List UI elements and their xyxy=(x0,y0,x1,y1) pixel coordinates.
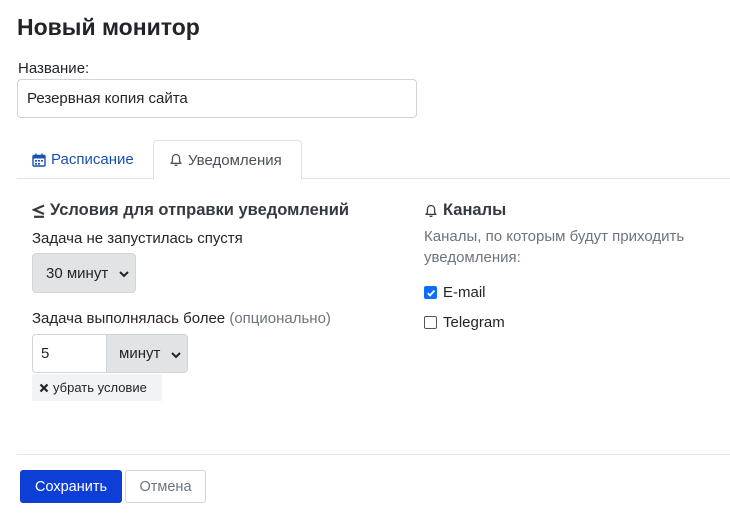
telegram-label: Telegram xyxy=(443,314,505,331)
email-checkbox[interactable] xyxy=(424,286,437,299)
not-started-label: Задача не запустилась спустя xyxy=(32,230,243,247)
tab-notifications[interactable]: Уведомления xyxy=(153,140,302,180)
channels-description: Каналы, по которым будут приходить уведо… xyxy=(424,228,685,266)
remove-condition-label: убрать условие xyxy=(53,380,147,395)
divider xyxy=(17,454,730,455)
cancel-button[interactable]: Отмена xyxy=(125,470,206,503)
page-title: Новый монитор xyxy=(17,14,200,40)
ran-longer-label: Задача выполнялась более (опционально) xyxy=(32,310,331,327)
name-label: Название: xyxy=(18,60,90,77)
name-input[interactable] xyxy=(17,79,417,118)
chevron-down-icon xyxy=(118,267,130,284)
tab-schedule[interactable]: Расписание xyxy=(17,140,149,179)
save-button[interactable]: Сохранить xyxy=(20,470,122,503)
conditions-heading: Условия для отправки уведомлений xyxy=(32,201,349,220)
ran-longer-unit-select[interactable]: минут xyxy=(106,334,188,373)
bell-icon xyxy=(424,204,438,218)
not-started-select[interactable]: 30 минут xyxy=(32,253,136,293)
email-label: E-mail xyxy=(443,284,486,301)
channels-heading-text: Каналы xyxy=(443,201,507,219)
remove-condition-button[interactable]: убрать условие xyxy=(32,374,162,401)
channel-telegram[interactable]: Telegram xyxy=(424,314,505,331)
ran-longer-input-group: минут xyxy=(32,334,188,373)
calendar-icon xyxy=(32,153,46,167)
ran-longer-unit-value: минут xyxy=(119,345,161,362)
close-icon xyxy=(39,383,49,393)
bell-icon xyxy=(169,153,183,167)
tab-schedule-label: Расписание xyxy=(51,151,134,168)
tabs-bar: Расписание Уведомления xyxy=(17,140,730,180)
not-started-select-value: 30 минут xyxy=(46,264,109,282)
ran-longer-value-input[interactable] xyxy=(32,334,107,373)
conditions-heading-text: Условия для отправки уведомлений xyxy=(50,201,350,219)
channel-email[interactable]: E-mail xyxy=(424,284,486,301)
optional-hint: (опционально) xyxy=(229,310,331,327)
channels-heading: Каналы xyxy=(424,201,506,220)
less-equal-icon xyxy=(32,203,46,218)
telegram-checkbox[interactable] xyxy=(424,316,437,329)
chevron-down-icon xyxy=(170,348,182,365)
tab-notifications-label: Уведомления xyxy=(188,151,282,169)
ran-longer-label-text: Задача выполнялась более xyxy=(32,310,226,327)
